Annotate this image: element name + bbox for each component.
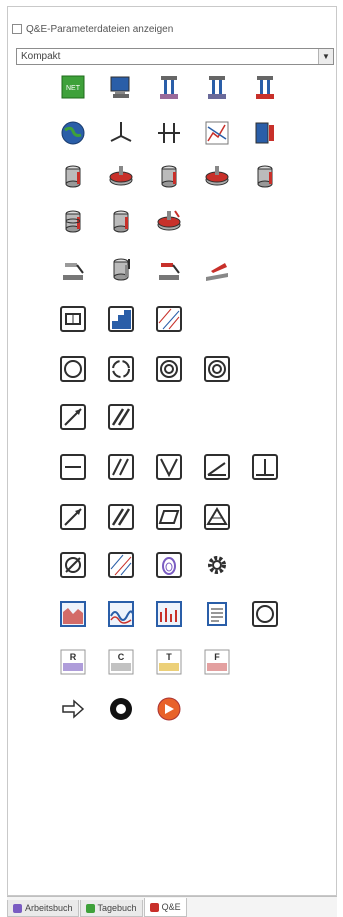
wave-chart-icon[interactable] (106, 599, 136, 629)
bottom-tab-bar: Arbeitsbuch Tagebuch Q&E (7, 896, 337, 917)
t-chart-icon[interactable]: T (154, 647, 184, 677)
xy-graph-icon[interactable] (202, 118, 232, 148)
double-slash-2-icon[interactable] (106, 502, 136, 532)
gauge-connector-icon[interactable] (154, 118, 184, 148)
cylinder-red-2-icon[interactable] (154, 161, 184, 191)
cylinder-red-3-icon[interactable] (250, 161, 280, 191)
black-ring-icon[interactable] (106, 694, 136, 724)
qe-icon (149, 902, 159, 912)
spectrum-chart-icon[interactable] (154, 599, 184, 629)
staircase-profile-icon[interactable] (106, 304, 136, 334)
monitor-computer-icon[interactable] (106, 72, 136, 102)
disc-tool-icon[interactable] (154, 206, 184, 236)
double-circle-icon[interactable] (154, 354, 184, 384)
double-slash-icon[interactable] (106, 402, 136, 432)
show-param-files-label: Q&E-Parameterdateien anzeigen (26, 23, 174, 35)
press-machine-2-icon[interactable] (202, 72, 232, 102)
concentric-drop-icon[interactable] (154, 550, 184, 580)
straightness-icon[interactable] (58, 452, 88, 482)
surface-chart-icon[interactable] (58, 599, 88, 629)
show-param-files-checkbox[interactable] (12, 24, 22, 34)
perpendicularity-icon[interactable] (250, 452, 280, 482)
report-sheet-icon[interactable] (202, 599, 232, 629)
r-chart-icon[interactable]: R (58, 647, 88, 677)
angularity-icon[interactable] (202, 452, 232, 482)
v-groove-icon[interactable] (154, 452, 184, 482)
tab-tagebuch[interactable]: Tagebuch (79, 900, 143, 917)
svg-text:R: R (70, 652, 77, 662)
tab-qe[interactable]: Q&E (143, 898, 187, 917)
parallelogram-icon[interactable] (154, 502, 184, 532)
network-node-green-icon[interactable]: NET (58, 72, 88, 102)
disc-red-2-icon[interactable] (202, 161, 232, 191)
circle-notched-icon[interactable] (106, 354, 136, 384)
view-mode-select[interactable]: Kompakt ▼ (16, 48, 334, 65)
hatched-area-icon[interactable] (154, 304, 184, 334)
orange-arrow-circle-icon[interactable] (154, 694, 184, 724)
double-circle-2-icon[interactable] (202, 354, 232, 384)
circle-icon[interactable] (58, 354, 88, 384)
tab-label: Arbeitsbuch (25, 903, 73, 913)
diameter-icon[interactable] (58, 550, 88, 580)
globe-icon[interactable] (58, 118, 88, 148)
tab-label: Tagebuch (97, 903, 137, 913)
svg-text:C: C (118, 652, 125, 662)
chevron-down-icon[interactable]: ▼ (318, 49, 333, 64)
press-machine-icon[interactable] (154, 72, 184, 102)
frame-box-icon[interactable] (58, 304, 88, 334)
workbook-icon (13, 903, 22, 913)
probe-stand-icon[interactable] (106, 118, 136, 148)
cone-icon[interactable] (202, 502, 232, 532)
arrow-right-icon[interactable] (58, 694, 88, 724)
svg-text:T: T (166, 652, 172, 662)
tab-arbeitsbuch[interactable]: Arbeitsbuch (7, 900, 79, 917)
roundness-icon[interactable] (250, 599, 280, 629)
cylinder-stack-icon[interactable] (58, 206, 88, 236)
blade-tool-icon[interactable] (202, 254, 232, 284)
cylinder-measure-icon[interactable] (250, 118, 280, 148)
gear-icon[interactable] (202, 550, 232, 580)
slash-arrow-icon[interactable] (58, 402, 88, 432)
probe-tool-icon[interactable] (154, 254, 184, 284)
hatched-area-2-icon[interactable] (106, 550, 136, 580)
svg-text:F: F (214, 652, 220, 662)
journal-icon (85, 903, 95, 913)
cylinder-red-icon[interactable] (58, 161, 88, 191)
show-param-files-option[interactable]: Q&E-Parameterdateien anzeigen (12, 22, 173, 36)
press-machine-red-icon[interactable] (250, 72, 280, 102)
c-chart-icon[interactable]: C (106, 647, 136, 677)
cylinder-small-icon[interactable] (106, 206, 136, 236)
probe-tip-icon[interactable] (58, 254, 88, 284)
f-chart-icon[interactable]: F (202, 647, 232, 677)
tab-label: Q&E (161, 902, 181, 912)
parallelism-icon[interactable] (106, 452, 136, 482)
view-mode-value: Kompakt (21, 51, 61, 62)
cylinder-probe-icon[interactable] (106, 254, 136, 284)
svg-text:NET: NET (66, 85, 81, 92)
disc-red-icon[interactable] (106, 161, 136, 191)
slash-arrow-2-icon[interactable] (58, 502, 88, 532)
